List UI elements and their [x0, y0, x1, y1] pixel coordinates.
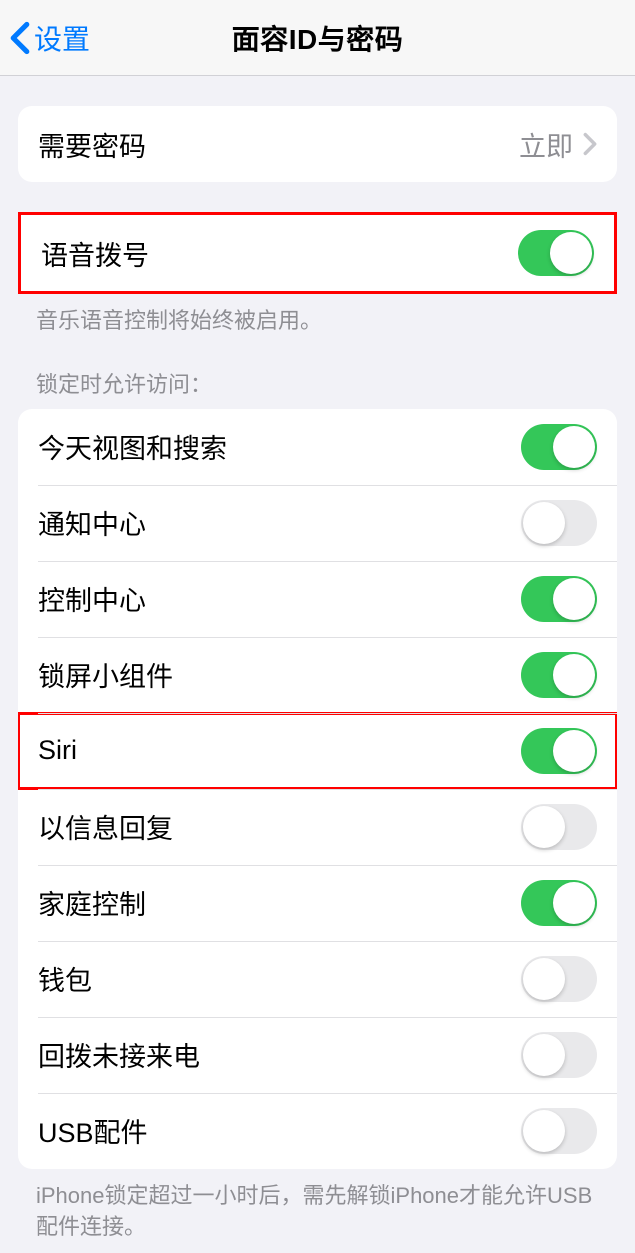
wallet-label: 钱包: [38, 959, 92, 998]
chevron-left-icon: [8, 21, 32, 55]
lock-access-group: 今天视图和搜索通知中心控制中心锁屏小组件 Siri 以信息回复家庭控制钱包回拨未接来…: [18, 409, 617, 1169]
page-title: 面容ID与密码: [232, 18, 404, 58]
siri-row[interactable]: Siri: [18, 713, 617, 789]
today-view-search-label: 今天视图和搜索: [38, 427, 227, 466]
today-view-search-toggle[interactable]: [521, 424, 597, 470]
lock-access-header: 锁定时允许访问：: [0, 337, 635, 409]
reply-with-message-label: 以信息回复: [38, 807, 173, 846]
wallet-row[interactable]: 钱包: [18, 941, 617, 1017]
siri-label: Siri: [38, 735, 77, 766]
voice-dial-row[interactable]: 语音拨号: [21, 215, 614, 291]
home-control-row[interactable]: 家庭控制: [18, 865, 617, 941]
notification-center-toggle[interactable]: [521, 500, 597, 546]
lock-screen-widgets-row[interactable]: 锁屏小组件: [18, 637, 617, 713]
require-passcode-label: 需要密码: [38, 125, 146, 164]
usb-accessories-row[interactable]: USB配件: [18, 1093, 617, 1169]
back-button[interactable]: 设置: [8, 18, 90, 58]
siri-toggle[interactable]: [521, 728, 597, 774]
require-passcode-group: 需要密码 立即: [18, 106, 617, 182]
return-missed-calls-row[interactable]: 回拨未接来电: [18, 1017, 617, 1093]
require-passcode-value: 立即: [519, 125, 597, 164]
usb-accessories-label: USB配件: [38, 1111, 148, 1150]
return-missed-calls-label: 回拨未接来电: [38, 1035, 200, 1074]
control-center-row[interactable]: 控制中心: [18, 561, 617, 637]
notification-center-label: 通知中心: [38, 503, 146, 542]
lock-screen-widgets-label: 锁屏小组件: [38, 655, 173, 694]
lock-access-footer: iPhone锁定超过一小时后，需先解锁iPhone才能允许USB配件连接。: [0, 1169, 635, 1243]
reply-with-message-row[interactable]: 以信息回复: [18, 789, 617, 865]
control-center-label: 控制中心: [38, 579, 146, 618]
home-control-toggle[interactable]: [521, 880, 597, 926]
voice-dial-group: 语音拨号: [18, 212, 617, 294]
navigation-bar: 设置 面容ID与密码: [0, 0, 635, 76]
control-center-toggle[interactable]: [521, 576, 597, 622]
voice-dial-footer: 音乐语音控制将始终被启用。: [0, 294, 635, 337]
return-missed-calls-toggle[interactable]: [521, 1032, 597, 1078]
back-label: 设置: [34, 18, 90, 58]
wallet-toggle[interactable]: [521, 956, 597, 1002]
notification-center-row[interactable]: 通知中心: [18, 485, 617, 561]
home-control-label: 家庭控制: [38, 883, 146, 922]
lock-screen-widgets-toggle[interactable]: [521, 652, 597, 698]
today-view-search-row[interactable]: 今天视图和搜索: [18, 409, 617, 485]
reply-with-message-toggle[interactable]: [521, 804, 597, 850]
require-passcode-row[interactable]: 需要密码 立即: [18, 106, 617, 182]
voice-dial-label: 语音拨号: [41, 234, 149, 273]
usb-accessories-toggle[interactable]: [521, 1108, 597, 1154]
voice-dial-toggle[interactable]: [518, 230, 594, 276]
chevron-right-icon: [583, 132, 597, 156]
